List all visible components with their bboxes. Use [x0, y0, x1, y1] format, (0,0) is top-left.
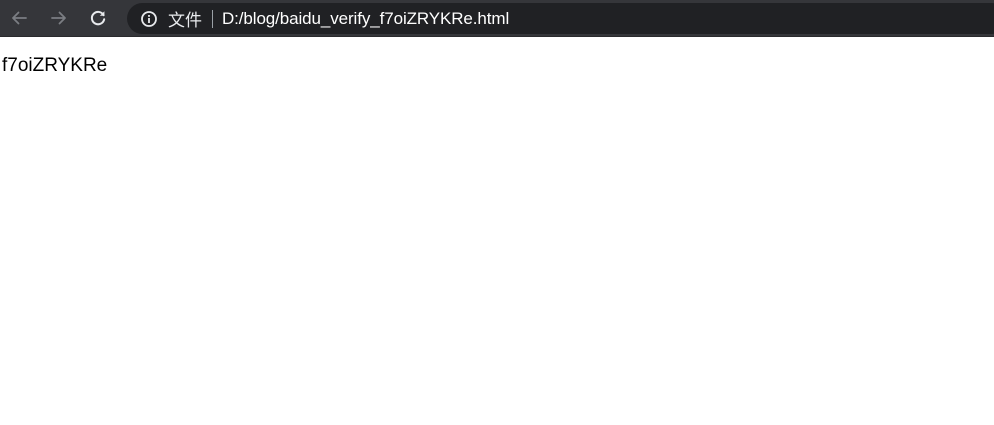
omnibox-separator [212, 9, 213, 28]
site-info-label: 文件 [168, 11, 202, 31]
address-bar[interactable]: 文件 D:/blog/baidu_verify_f7oiZRYKRe.html [127, 3, 994, 34]
arrow-left-icon [12, 11, 27, 25]
reload-button[interactable] [84, 4, 112, 32]
info-circle-icon [141, 10, 157, 27]
site-info-button[interactable]: 文件 [140, 6, 202, 31]
arrow-right-icon [51, 11, 66, 25]
back-button[interactable] [5, 4, 33, 32]
browser-toolbar: 文件 D:/blog/baidu_verify_f7oiZRYKRe.html [0, 0, 994, 37]
url-text[interactable]: D:/blog/baidu_verify_f7oiZRYKRe.html [222, 9, 509, 29]
page-body-text: f7oiZRYKRe [2, 55, 108, 76]
forward-button[interactable] [45, 4, 73, 32]
reload-icon [90, 10, 106, 26]
